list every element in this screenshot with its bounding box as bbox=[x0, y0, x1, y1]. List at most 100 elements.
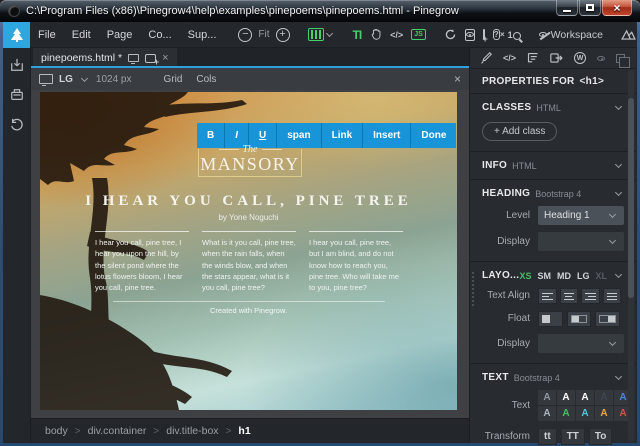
close-button[interactable]: × bbox=[602, 0, 632, 16]
style-brush-icon[interactable] bbox=[480, 52, 492, 64]
viewport-close-icon[interactable]: × bbox=[454, 72, 461, 86]
pinegrow-logo[interactable] bbox=[3, 22, 30, 48]
text-color-warning[interactable]: A bbox=[595, 406, 613, 421]
poem-column-3[interactable]: I hear you call, pine tree, but I am bli… bbox=[309, 231, 403, 293]
new-window-button[interactable] bbox=[483, 29, 485, 40]
breakpoint-xl[interactable]: XL bbox=[595, 271, 607, 281]
poem-title[interactable]: I HEAR YOU CALL, PINE TREE bbox=[40, 193, 457, 210]
history-undo-icon[interactable] bbox=[10, 118, 24, 132]
menu-file[interactable]: File bbox=[30, 22, 64, 48]
visibility-icon[interactable] bbox=[597, 56, 605, 61]
tree-outline-icon[interactable] bbox=[527, 52, 539, 64]
library-panel-icon[interactable] bbox=[10, 88, 24, 102]
menu-page[interactable]: Page bbox=[99, 22, 141, 48]
float-left-button[interactable] bbox=[567, 311, 592, 327]
files-panel-icon[interactable] bbox=[10, 58, 24, 72]
zoom-fit-button[interactable]: Fit bbox=[258, 29, 269, 40]
layers-icon[interactable] bbox=[616, 54, 625, 63]
breadcrumb-title-box[interactable]: div.title-box bbox=[166, 425, 218, 437]
chevron-down-icon[interactable] bbox=[81, 74, 88, 81]
heading-level-select[interactable]: Heading 1 bbox=[538, 206, 624, 225]
code-view-button[interactable]: </> bbox=[390, 30, 403, 40]
breadcrumb-h1[interactable]: h1 bbox=[238, 425, 250, 437]
screen-size-icon[interactable] bbox=[39, 74, 53, 84]
cols-toggle[interactable]: Cols bbox=[196, 74, 216, 85]
minimize-button[interactable] bbox=[556, 0, 578, 16]
workspace-toggle[interactable]: Workspace bbox=[539, 29, 603, 41]
titlebar[interactable]: C:\Program Files (x86)\Pinegrow4\help\ex… bbox=[0, 0, 640, 22]
visualize-columns-button[interactable] bbox=[308, 28, 335, 41]
float-label: Float bbox=[482, 313, 538, 325]
viewport-size-select[interactable]: LG bbox=[59, 74, 73, 85]
breakpoint-sm[interactable]: SM bbox=[537, 271, 551, 281]
classes-section: CLASSES HTML + Add class bbox=[470, 94, 636, 152]
wordpress-icon[interactable]: W bbox=[574, 52, 586, 64]
transform-lowercase-button[interactable]: tt bbox=[538, 428, 557, 445]
tab-pinepoems[interactable]: pinepoems.html * × bbox=[33, 48, 177, 68]
text-color-dark[interactable]: A bbox=[595, 390, 613, 405]
align-justify-button[interactable] bbox=[603, 288, 622, 304]
breakpoint-lg[interactable]: LG bbox=[577, 271, 590, 281]
level-label: Level bbox=[482, 210, 538, 222]
monitor-icon[interactable] bbox=[128, 54, 139, 62]
element-breadcrumb: body > div.container > div.title-box > h… bbox=[31, 418, 469, 443]
zoom-out-button[interactable]: − bbox=[238, 28, 252, 42]
align-right-button[interactable] bbox=[581, 288, 600, 304]
columns-icon bbox=[308, 28, 324, 41]
breadcrumb-body[interactable]: body bbox=[45, 425, 68, 437]
breakpoint-md[interactable]: MD bbox=[557, 271, 571, 281]
menu-edit[interactable]: Edit bbox=[64, 22, 99, 48]
menu-support[interactable]: Sup... bbox=[180, 22, 225, 48]
preview-button[interactable] bbox=[465, 29, 475, 41]
text-color-info[interactable]: A bbox=[576, 406, 594, 421]
text-color-white[interactable]: A bbox=[557, 390, 575, 405]
zoom-100-button[interactable]: 1 bbox=[508, 30, 521, 40]
chevron-down-icon[interactable] bbox=[615, 103, 622, 110]
mountains-button[interactable] bbox=[621, 29, 636, 40]
tab-close-icon[interactable]: × bbox=[162, 52, 168, 64]
maximize-button[interactable] bbox=[579, 0, 601, 16]
float-none-button[interactable] bbox=[538, 311, 563, 327]
chevron-down-icon[interactable] bbox=[615, 189, 622, 196]
link-button[interactable]: Link bbox=[322, 123, 364, 148]
drag-hand-button[interactable] bbox=[369, 28, 382, 41]
text-edit-button[interactable]: TI bbox=[353, 28, 362, 42]
text-color-light[interactable]: A bbox=[576, 390, 594, 405]
chevron-down-icon[interactable] bbox=[615, 373, 622, 380]
add-class-button[interactable]: + Add class bbox=[482, 122, 557, 141]
zoom-in-button[interactable]: + bbox=[276, 28, 290, 42]
export-icon[interactable] bbox=[550, 52, 563, 64]
float-right-button[interactable] bbox=[595, 311, 620, 327]
poem-column-1[interactable]: I hear you call, pine tree, I hear you u… bbox=[95, 231, 189, 293]
text-color-muted[interactable]: A bbox=[538, 390, 556, 405]
javascript-button[interactable]: JS bbox=[411, 29, 426, 40]
insert-button[interactable]: Insert bbox=[363, 123, 411, 148]
page-footer-text[interactable]: Created with Pinegrow. bbox=[40, 306, 457, 315]
breakpoint-xs[interactable]: XS bbox=[519, 271, 531, 281]
page-preview[interactable]: B I U span Link Insert Done The MANSORY bbox=[40, 92, 457, 410]
transform-capitalize-button[interactable]: To bbox=[589, 428, 612, 445]
panel-scrollbar-thumb[interactable] bbox=[628, 98, 634, 298]
poem-byline[interactable]: by Yone Noguchi bbox=[40, 213, 457, 222]
help-button[interactable]: ? bbox=[493, 29, 500, 40]
text-color-secondary[interactable]: A bbox=[538, 406, 556, 421]
site-logo-box[interactable]: The MANSORY bbox=[198, 149, 302, 177]
text-title: TEXT bbox=[482, 372, 509, 383]
menu-components[interactable]: Co... bbox=[140, 22, 179, 48]
chevron-down-icon[interactable] bbox=[615, 161, 622, 168]
new-page-view-icon[interactable] bbox=[145, 54, 156, 63]
transform-uppercase-button[interactable]: TT bbox=[561, 428, 585, 445]
reload-button[interactable] bbox=[444, 28, 457, 41]
code-panel-icon[interactable]: </> bbox=[503, 53, 516, 63]
heading-display-select[interactable] bbox=[538, 232, 624, 251]
grid-toggle[interactable]: Grid bbox=[163, 74, 182, 85]
poem-column-2[interactable]: What is it you call, pine tree, when the… bbox=[202, 231, 296, 293]
align-left-button[interactable] bbox=[538, 288, 557, 304]
eye-slash-icon bbox=[539, 32, 547, 37]
chevron-down-icon[interactable] bbox=[615, 271, 622, 278]
layout-display-select[interactable] bbox=[538, 334, 624, 353]
align-center-button[interactable] bbox=[560, 288, 579, 304]
text-color-success[interactable]: A bbox=[557, 406, 575, 421]
done-button[interactable]: Done bbox=[411, 123, 456, 148]
breadcrumb-container[interactable]: div.container bbox=[88, 425, 147, 437]
